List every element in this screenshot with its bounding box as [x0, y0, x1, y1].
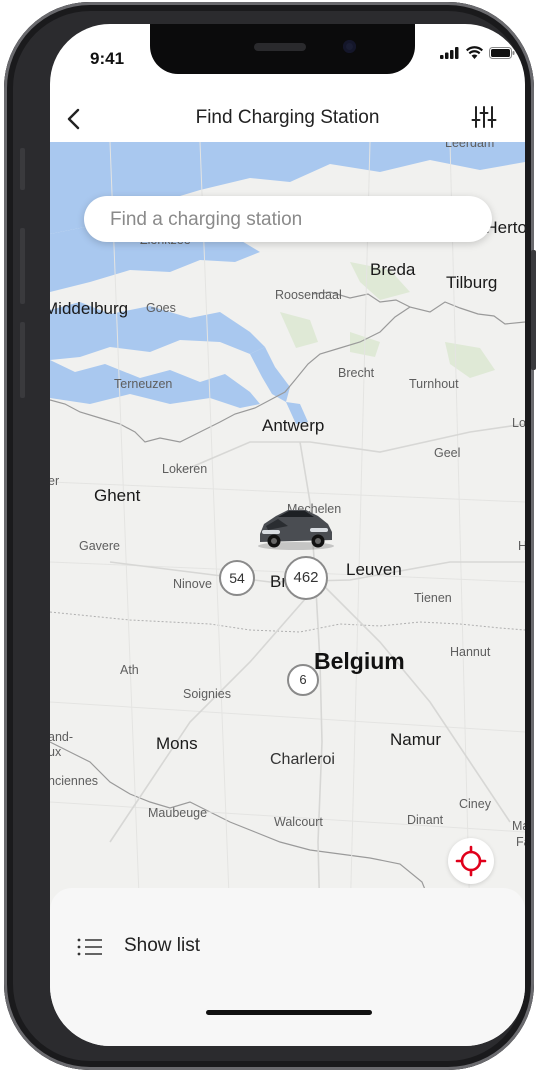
map-label-ma: Ma [512, 819, 525, 833]
front-camera [343, 40, 356, 53]
map-label-namur: Namur [390, 730, 442, 749]
map-label-walcourt: Walcourt [274, 815, 323, 829]
battery-icon [489, 47, 515, 59]
map-label-ninove: Ninove [173, 577, 212, 591]
map-label-geel: Geel [434, 446, 461, 460]
map-label-leerdam: Leerdam [445, 142, 495, 150]
map-label-er: er [50, 474, 60, 488]
volume-down-button [20, 322, 25, 398]
speaker-grille [254, 43, 306, 51]
map-label-ciney: Ciney [459, 797, 491, 811]
map-label-ux: ux [50, 745, 62, 759]
map-label-maubeuge: Maubeuge [148, 806, 208, 820]
notch [150, 24, 415, 74]
show-list-button[interactable]: Show list [124, 935, 200, 957]
map-label-ghent: Ghent [94, 486, 141, 505]
map-label-mons: Mons [156, 734, 198, 753]
car-icon [258, 510, 334, 550]
map-label-h: H [518, 539, 525, 553]
map-label-breda: Breda [370, 260, 416, 279]
bottom-sheet: Show list [50, 888, 525, 1046]
map-label-tienen: Tienen [414, 591, 452, 605]
map-label-leuven: Leuven [346, 560, 402, 579]
list-icon [76, 936, 104, 958]
filter-button[interactable] [469, 102, 499, 132]
map-label-ath: Ath [120, 663, 139, 677]
my-location-button[interactable] [448, 838, 494, 884]
cellular-signal-icon [440, 47, 459, 59]
map-view[interactable]: Find a charging station Leerdam Zierikze… [50, 142, 525, 922]
station-cluster[interactable]: 462 [284, 556, 328, 600]
crosshair-icon [455, 845, 487, 877]
screen: 9:41 Find Charging Station Find a chargi… [50, 24, 525, 1046]
status-time: 9:41 [90, 49, 125, 68]
map-label-hannut: Hannut [450, 645, 491, 659]
app-header: Find Charging Station [50, 102, 525, 142]
search-placeholder: Find a charging station [110, 209, 303, 230]
map-label-dinant: Dinant [407, 813, 444, 827]
map-label-nciennes: nciennes [50, 774, 99, 788]
wifi-icon [466, 46, 483, 59]
station-cluster[interactable]: 54 [219, 560, 255, 596]
map-label-fa: Fa [516, 835, 525, 849]
search-bar[interactable]: Find a charging station [84, 196, 492, 242]
map-label-roosendaal: Roosendaal [275, 288, 342, 302]
map-label-lo: Lo [512, 416, 525, 430]
map-label-middelburg: Middelburg [50, 299, 129, 318]
volume-up-button [20, 228, 25, 304]
map-label-charleroi: Charleroi [270, 751, 335, 768]
map-label-lokeren: Lokeren [162, 462, 208, 476]
status-icons [440, 46, 515, 59]
map-label-goes: Goes [146, 301, 176, 315]
map-label-and: and- [50, 730, 74, 744]
home-indicator[interactable] [206, 1010, 372, 1015]
map-label-terneuzen: Terneuzen [114, 377, 173, 391]
map-label-brecht: Brecht [338, 366, 375, 380]
map-label-tilburg: Tilburg [446, 273, 498, 292]
map-label-antwerp: Antwerp [262, 416, 325, 435]
map-label-belgium: Belgium [314, 648, 405, 674]
sliders-icon [471, 106, 497, 128]
page-title: Find Charging Station [195, 107, 380, 128]
power-button [531, 250, 536, 370]
mute-switch [20, 148, 25, 190]
map-label-gavere: Gavere [79, 539, 120, 553]
map-label-soignies: Soignies [183, 687, 231, 701]
station-cluster[interactable]: 6 [287, 664, 319, 696]
map-label-turnhout: Turnhout [409, 377, 459, 391]
vehicle-location-marker[interactable] [254, 502, 336, 552]
